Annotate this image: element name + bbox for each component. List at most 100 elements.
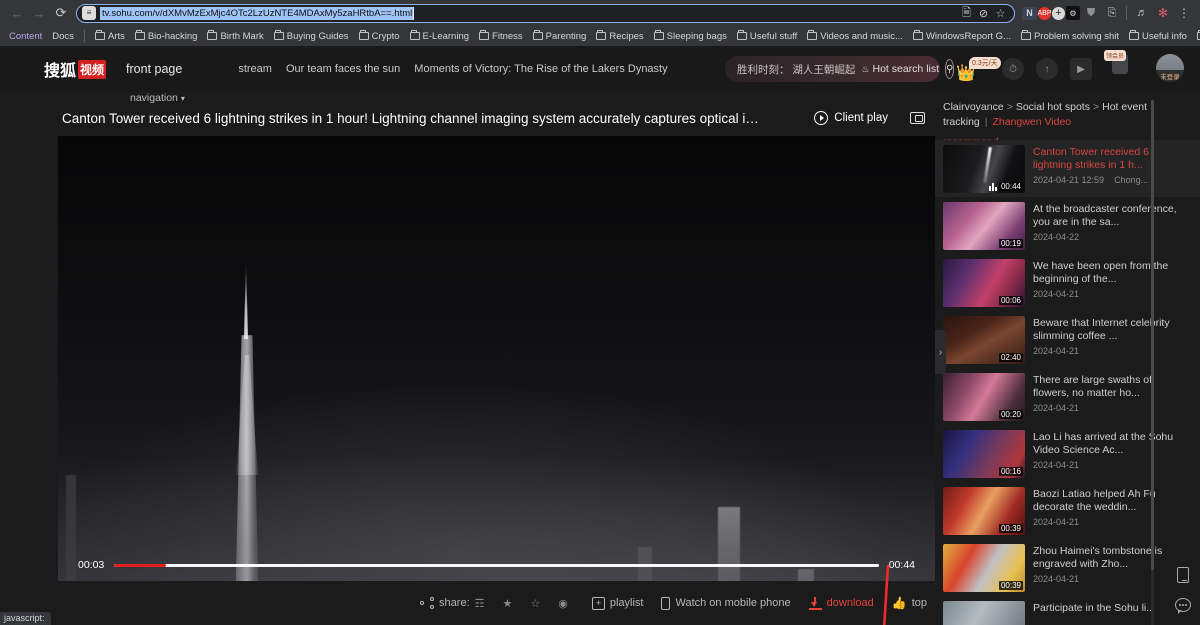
bookmark-birth-mark[interactable]: Birth Mark <box>202 30 268 43</box>
list-item[interactable]: 00:44 Canton Tower received 6 lightning … <box>935 140 1200 197</box>
bookmark-recipes[interactable]: Recipes <box>591 30 648 43</box>
avatar[interactable]: 未登录 <box>1156 54 1186 84</box>
navigation-dropdown[interactable]: navigation ▾ <box>130 92 185 104</box>
list-item-date: 2024-04-21 <box>1033 403 1080 413</box>
favorite-star-icon[interactable]: ☆ <box>530 597 540 610</box>
nav-link-lakers[interactable]: Moments of Victory: The Rise of the Lake… <box>414 63 667 75</box>
breadcrumb-item-clairvoyance[interactable]: Clairvoyance <box>943 101 1004 113</box>
rail-scrollbar-thumb[interactable] <box>1151 100 1154 570</box>
list-item[interactable]: 02:40 Beware that Internet celebrity sli… <box>935 311 1200 368</box>
bookmark-useful-info[interactable]: Useful info <box>1124 30 1192 43</box>
folder-icon <box>1128 30 1139 40</box>
bookmark-bio-hacking[interactable]: Bio-hacking <box>130 30 203 43</box>
app-icon[interactable]: ▶ <box>1070 58 1092 80</box>
nav-front-page[interactable]: front page <box>126 62 182 76</box>
search-box[interactable]: 胜利时刻： 湖人王朝崛起 ♨ Hot search list ⚲ <box>725 56 955 82</box>
video-thumbnail[interactable]: 00:39 <box>943 544 1025 592</box>
nav-link-team-sun[interactable]: Our team faces the sun <box>286 63 400 75</box>
add-extension-icon[interactable]: + <box>1052 6 1065 20</box>
share-group[interactable]: share: ☶ <box>420 597 485 610</box>
bookmark-star-icon[interactable]: ☆ <box>992 5 1009 22</box>
bookmark-fitness[interactable]: Fitness <box>474 30 528 43</box>
progress-buffer <box>114 563 879 567</box>
red-extension-icon[interactable]: ABP <box>1038 6 1052 20</box>
search-icon[interactable]: ⚲ <box>945 59 955 79</box>
download-button[interactable]: download <box>808 596 874 610</box>
bookmark-problem-solving[interactable]: Problem solving shit <box>1016 30 1124 43</box>
trash-extension-icon[interactable]: ⛊ <box>1081 3 1101 23</box>
translate-icon[interactable]: 🗎 <box>958 5 975 22</box>
sohu-logo[interactable]: 搜狐 视频 <box>44 57 107 81</box>
folder-icon <box>273 30 284 40</box>
bookmark-arts[interactable]: Arts <box>90 30 130 43</box>
mobile-app-button[interactable] <box>1171 563 1195 587</box>
nav-link-stream[interactable]: stream <box>238 63 272 75</box>
search-keyword[interactable]: 胜利时刻： 湖人王朝崛起 <box>737 62 855 77</box>
clipboard-extension-icon[interactable]: ⎘ <box>1102 3 1122 23</box>
site-info-icon[interactable]: ≡ <box>82 6 96 20</box>
bookmarks-bar: Content Docs Arts Bio-hacking Birth Mark… <box>0 26 1200 46</box>
hot-search-list-link[interactable]: ♨ Hot search list <box>861 63 939 75</box>
back-arrow-icon[interactable]: ← <box>6 2 28 24</box>
weibo-share-icon[interactable]: ◉ <box>558 597 568 610</box>
address-bar[interactable]: ≡ tv.sohu.com/v/dXMvMzExMjc4OTc2LzUzNTE4… <box>76 3 1015 23</box>
news-extension-icon[interactable]: N <box>1022 6 1037 20</box>
bookmark-parenting[interactable]: Parenting <box>528 30 592 43</box>
list-item[interactable]: 00:06 We have been open from the beginni… <box>935 254 1200 311</box>
bookmark-label: Problem solving shit <box>1033 30 1119 42</box>
share-icon <box>420 597 435 609</box>
bookmark-e-learning[interactable]: E-Learning <box>405 30 474 43</box>
video-thumbnail[interactable]: 00:06 <box>943 259 1025 307</box>
list-item[interactable]: Participate in the Sohu li... <box>935 596 1200 625</box>
channel-link[interactable]: Zhangwen Video <box>993 116 1072 128</box>
watch-on-mobile-button[interactable]: Watch on mobile phone <box>661 596 791 610</box>
bookmark-buying-guides[interactable]: Buying Guides <box>269 30 354 43</box>
top-button[interactable]: 👍 top <box>892 596 927 610</box>
account-area[interactable]: 领会员 <box>1104 50 1142 84</box>
video-player[interactable]: 00:03 00:44 HD Double speed <box>58 136 935 625</box>
chevron-right-icon[interactable]: › <box>935 330 946 374</box>
list-item[interactable]: 00:39 Zhou Haimei's tombstone is engrave… <box>935 539 1200 596</box>
bookmark-sleeping-bags[interactable]: Sleeping bags <box>649 30 732 43</box>
vip-crown-button[interactable]: 👑 0.3元/天 <box>956 57 1001 82</box>
list-item[interactable]: 00:20 There are large swaths of flowers,… <box>935 368 1200 425</box>
client-play-button[interactable]: Client play <box>814 111 888 125</box>
wechat-share-icon[interactable]: ☶ <box>475 597 485 610</box>
video-thumbnail[interactable]: 00:19 <box>943 202 1025 250</box>
hide-icon[interactable]: ⊘ <box>975 5 992 22</box>
forward-arrow-icon[interactable]: → <box>28 2 50 24</box>
upload-icon[interactable]: ↑ <box>1036 58 1058 80</box>
video-thumbnail[interactable]: 00:16 <box>943 430 1025 478</box>
history-icon[interactable]: ⏱ <box>1002 58 1024 80</box>
bookmark-crypto[interactable]: Crypto <box>354 30 405 43</box>
bookmark-content[interactable]: Content <box>4 30 47 43</box>
bookmark-windowsreport[interactable]: WindowsReport G... <box>908 30 1016 43</box>
recommendation-list[interactable]: 00:44 Canton Tower received 6 lightning … <box>935 140 1200 625</box>
feedback-button[interactable] <box>1171 593 1195 617</box>
video-thumbnail[interactable]: 00:39 <box>943 487 1025 535</box>
list-item[interactable]: 00:19 At the broadcaster conference, you… <box>935 197 1200 254</box>
playlist-button[interactable]: + playlist <box>591 596 643 610</box>
profile-avatar-icon[interactable]: ✻ <box>1153 3 1173 23</box>
progress-bar[interactable] <box>114 563 879 567</box>
video-thumbnail[interactable]: 00:44 <box>943 145 1025 193</box>
bookmark-liora-toys[interactable]: Liora TOYS <box>1192 30 1200 43</box>
bookmark-videos-and-music[interactable]: Videos and music... <box>802 30 908 43</box>
video-thumbnail[interactable]: 00:20 <box>943 373 1025 421</box>
list-item[interactable]: 00:16 Lao Li has arrived at the Sohu Vid… <box>935 425 1200 482</box>
picture-in-picture-icon[interactable] <box>910 112 925 124</box>
chrome-menu-icon[interactable]: ⋮ <box>1174 3 1194 23</box>
playlist-extension-icon[interactable]: ♬ <box>1132 3 1152 23</box>
qzone-share-icon[interactable]: ★ <box>503 597 513 610</box>
list-item[interactable]: 00:39 Baozi Latiao helped Ah Fu decorate… <box>935 482 1200 539</box>
reload-icon[interactable]: ⟳ <box>50 2 72 24</box>
video-title: Canton Tower received 6 lightning strike… <box>62 110 762 126</box>
dark-square-extension-icon[interactable]: ⚙ <box>1066 6 1080 20</box>
bookmark-docs[interactable]: Docs <box>47 30 79 43</box>
bookmark-useful-stuff[interactable]: Useful stuff <box>732 30 802 43</box>
video-thumbnail[interactable] <box>943 601 1025 625</box>
video-thumbnail[interactable]: 02:40 <box>943 316 1025 364</box>
breadcrumb-item-social-hot-spots[interactable]: Social hot spots <box>1016 101 1090 113</box>
address-bar-url[interactable]: tv.sohu.com/v/dXMvMzExMjc4OTc2LzUzNTE4MD… <box>100 6 414 20</box>
rail-scrollbar[interactable] <box>1151 100 1154 625</box>
